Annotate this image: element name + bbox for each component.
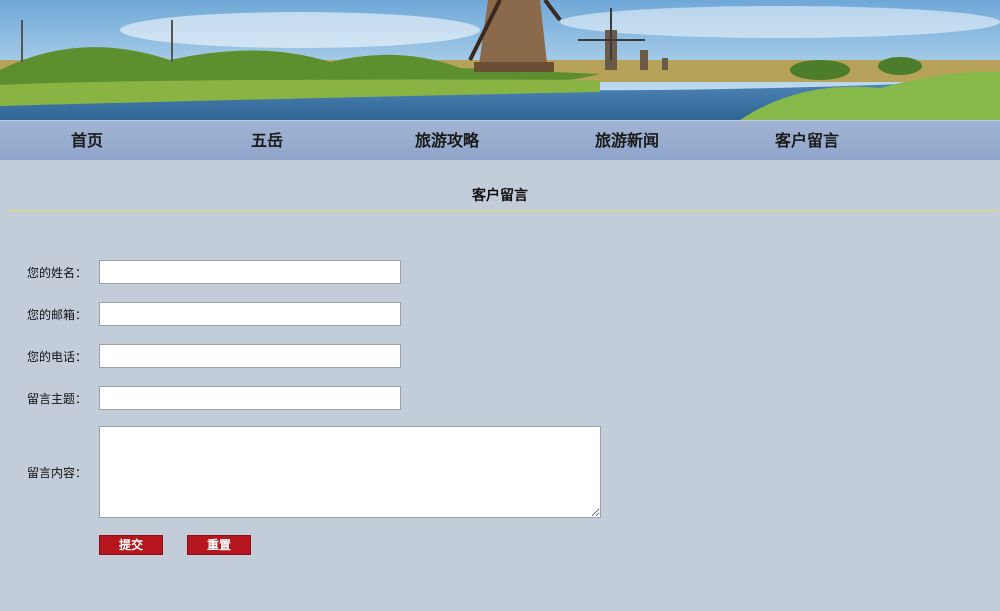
content-textarea[interactable] [99,426,601,518]
nav-item-travel-news[interactable]: 旅游新闻 [567,121,687,161]
phone-label: 您的电话： [27,350,88,364]
subject-label: 留言主题： [27,392,88,406]
subject-input[interactable] [99,386,401,410]
nav-item-five-mountains[interactable]: 五岳 [207,121,327,161]
name-input[interactable] [99,260,401,284]
title-divider [8,210,998,211]
phone-input[interactable] [99,344,401,368]
name-label: 您的姓名： [27,266,88,280]
content-label: 留言内容： [27,466,88,480]
reset-button[interactable]: 重置 [187,535,251,555]
landscape-windmill-image [0,0,1000,120]
nav-item-travel-guide[interactable]: 旅游攻略 [387,121,507,161]
nav-item-customer-message[interactable]: 客户留言 [747,121,867,161]
nav-item-home[interactable]: 首页 [27,121,147,161]
email-label: 您的邮箱： [27,308,88,322]
email-input[interactable] [99,302,401,326]
header-banner [0,0,1000,120]
page-title: 客户留言 [472,188,528,204]
submit-button[interactable]: 提交 [99,535,163,555]
main-nav: 首页 五岳 旅游攻略 旅游新闻 客户留言 [0,120,1000,160]
